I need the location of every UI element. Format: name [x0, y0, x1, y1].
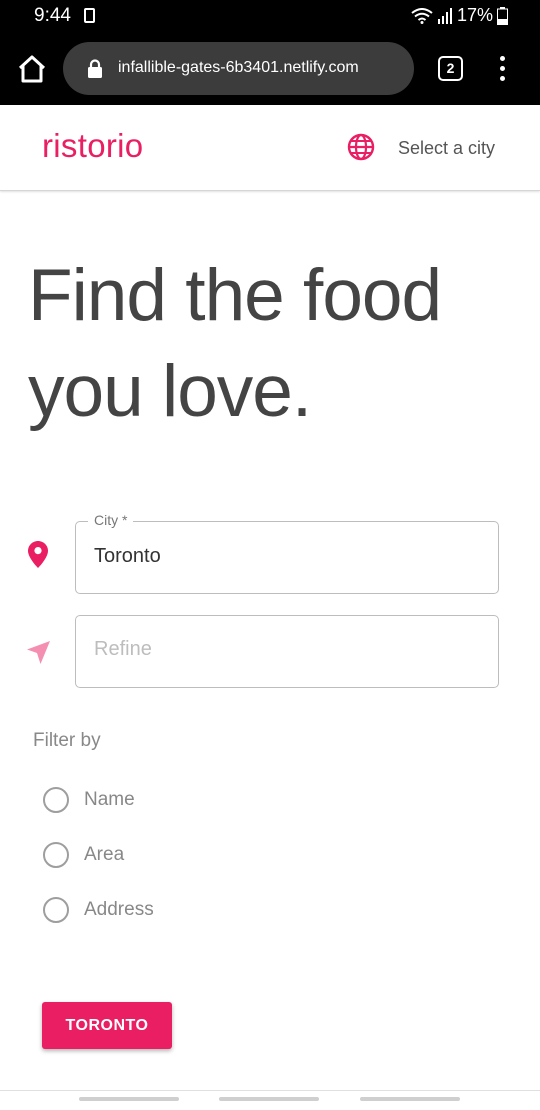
filter-option-name[interactable]: Name: [43, 787, 135, 813]
battery-percent: 17%: [456, 5, 493, 25]
hero-heading: Find the food you love.: [28, 248, 518, 440]
filter-option-area[interactable]: Area: [43, 842, 124, 868]
scroll-indicator-right: [360, 1097, 460, 1101]
home-icon[interactable]: [17, 54, 47, 84]
status-time: 9:44: [34, 5, 71, 26]
app-header: ristorio Select a city: [0, 105, 540, 191]
refine-field[interactable]: [75, 615, 499, 688]
wifi-icon: [411, 7, 433, 24]
radio-label-address: Address: [84, 899, 154, 920]
map-pin-icon: [28, 541, 48, 568]
city-field[interactable]: City * Toronto: [75, 512, 499, 594]
city-field-label: City *: [88, 512, 134, 528]
url-text: infallible-gates-6b3401.netlify.com: [118, 59, 359, 76]
radio-label-area: Area: [84, 844, 125, 865]
filter-title: Filter by: [33, 730, 101, 751]
address-bar[interactable]: infallible-gates-6b3401.netlify.com: [63, 42, 414, 95]
submit-city-button[interactable]: TORONTO: [42, 1002, 172, 1049]
navigation-arrow-icon: [27, 641, 50, 664]
radio-label-name: Name: [84, 789, 135, 810]
menu-dots-icon[interactable]: [496, 54, 508, 84]
select-city-button[interactable]: Select a city: [398, 138, 495, 159]
lock-icon: [88, 59, 102, 78]
hero-line-2: you love.: [28, 351, 312, 432]
globe-icon[interactable]: [347, 133, 375, 161]
status-indicators: 17%: [411, 5, 508, 26]
radio-name[interactable]: [43, 787, 69, 813]
status-bar: 9:44 17%: [0, 0, 540, 32]
sim-icon: [84, 8, 95, 23]
browser-toolbar: infallible-gates-6b3401.netlify.com 2: [0, 32, 540, 105]
tab-switcher-button[interactable]: 2: [438, 56, 463, 81]
filter-option-address[interactable]: Address: [43, 897, 154, 923]
refine-input[interactable]: [94, 638, 474, 661]
divider: [0, 1090, 540, 1091]
scroll-indicator-center: [219, 1097, 319, 1101]
radio-area[interactable]: [43, 842, 69, 868]
logo[interactable]: ristorio: [42, 127, 143, 165]
signal-icon: [437, 7, 452, 24]
battery-icon: [497, 6, 508, 25]
city-field-value: Toronto: [94, 545, 161, 567]
scroll-indicator-left: [79, 1097, 179, 1101]
radio-address[interactable]: [43, 897, 69, 923]
hero-line-1: Find the food: [28, 255, 442, 336]
